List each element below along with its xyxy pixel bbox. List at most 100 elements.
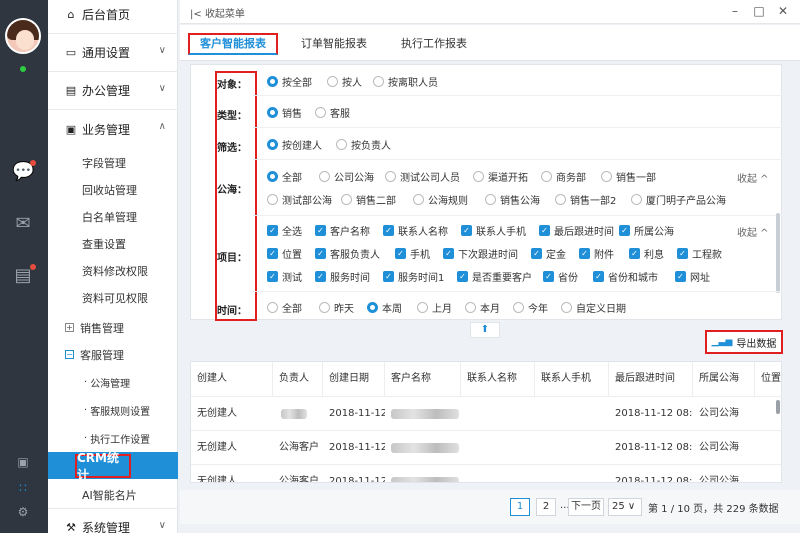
project-service-time1-checkbox[interactable]: ✓ 服务时间1 — [383, 269, 444, 284]
nav-item-fields[interactable]: 字段管理 — [48, 149, 178, 176]
col-owner[interactable]: 负责人 — [273, 362, 323, 396]
col-last-follow[interactable]: 最后跟进时间 — [609, 362, 693, 396]
page-1-button[interactable]: 1 — [510, 498, 530, 516]
col-sea[interactable]: 所属公海 — [693, 362, 755, 396]
nav-system[interactable]: ⚒ 系统管理 ∨ — [48, 508, 178, 533]
table-scrollbar[interactable] — [776, 400, 780, 414]
project-interest-checkbox[interactable]: ✓ 利息 — [629, 246, 664, 261]
object-resigned-radio[interactable]: 按离职人员 — [373, 74, 438, 89]
sea-business-radio[interactable]: 商务部 — [541, 169, 586, 184]
tab-customer-report[interactable]: 客户智能报表 — [188, 33, 278, 55]
nav-item-service-rules[interactable]: · 客服规则设置 — [48, 397, 178, 424]
project-province-checkbox[interactable]: ✓ 省份 — [543, 269, 578, 284]
col-created-date[interactable]: 创建日期 — [323, 362, 385, 396]
page-size-select[interactable]: 25 ∨ — [608, 498, 642, 516]
sea-sales1-radio[interactable]: 销售一部 — [601, 169, 656, 184]
tab-order-report[interactable]: 订单智能报表 — [294, 33, 374, 55]
nav-item-crm[interactable]: CRM统计 — [75, 451, 131, 482]
project-deposit-checkbox[interactable]: ✓ 定金 — [531, 246, 566, 261]
mail-icon[interactable]: ✉ — [12, 214, 34, 234]
nav-home[interactable]: ⌂ 后台首页 — [48, 0, 178, 34]
nav-item-whitelist[interactable]: 白名单管理 — [48, 203, 178, 230]
project-scrollbar[interactable] — [776, 213, 780, 293]
sea-sales-sea-radio[interactable]: 销售公海 — [485, 192, 540, 207]
project-contact-name-checkbox[interactable]: ✓ 联系人名称 — [383, 223, 448, 238]
project-test-checkbox[interactable]: ✓ 测试 — [267, 269, 302, 284]
nav-item-sea[interactable]: · 公海管理 — [48, 369, 178, 396]
table-row[interactable]: 无创建人 公海客户 2018-11-12 2018-11-12 08:5: 公司… — [191, 464, 781, 482]
table-row[interactable]: 无创建人 2018-11-12 2018-11-12 08:4! 公司公海 — [191, 396, 781, 430]
nav-item-view-permission[interactable]: 资料可见权限 — [48, 284, 178, 311]
nav-office[interactable]: ▤ 办公管理 ∨ — [48, 72, 178, 110]
export-data-button[interactable]: ▁▃▅ 导出数据 — [705, 330, 783, 354]
project-website-checkbox[interactable]: ✓ 网址 — [675, 269, 710, 284]
maximize-button[interactable]: □ — [752, 3, 766, 19]
project-payment-checkbox[interactable]: ✓ 工程款 — [677, 246, 722, 261]
collapse-filters-button[interactable]: ⬆ — [470, 322, 500, 338]
sea-rules-radio[interactable]: 公海规则 — [413, 192, 468, 207]
time-this-month-radio[interactable]: 本月 — [465, 300, 500, 315]
sea-xiamen-radio[interactable]: 厦门明子产品公海 — [631, 192, 726, 207]
nav-sales[interactable]: + 销售管理 — [48, 314, 178, 341]
time-this-year-radio[interactable]: 今年 — [513, 300, 548, 315]
chat-icon[interactable]: 💬 — [12, 160, 36, 182]
sea-test-dept-radio[interactable]: 测试部公海 — [267, 192, 332, 207]
type-sales-radio[interactable]: 销售 — [267, 105, 302, 120]
next-page-button[interactable]: 下一页 — [568, 498, 604, 516]
project-service-owner-checkbox[interactable]: ✓ 客服负责人 — [315, 246, 380, 261]
apps-icon[interactable]: ∷ — [14, 480, 32, 496]
nav-item-dedup[interactable]: 查重设置 — [48, 230, 178, 257]
project-collapse-link[interactable]: 收起 ^ — [737, 224, 769, 239]
translate-icon[interactable]: ▣ — [14, 454, 32, 470]
type-service-radio[interactable]: 客服 — [315, 105, 350, 120]
col-creator[interactable]: 创建人 — [191, 362, 273, 396]
project-customer-name-checkbox[interactable]: ✓ 客户名称 — [315, 223, 370, 238]
nav-item-recycle[interactable]: 回收站管理 — [48, 176, 178, 203]
time-last-month-radio[interactable]: 上月 — [417, 300, 452, 315]
time-yesterday-radio[interactable]: 昨天 — [319, 300, 354, 315]
page-2-button[interactable]: 2 — [536, 498, 556, 516]
col-contact-name[interactable]: 联系人名称 — [461, 362, 535, 396]
gear-icon[interactable]: ⚙ — [14, 504, 32, 520]
sea-test-staff-radio[interactable]: 测试公司人员 — [385, 169, 460, 184]
project-province-city-checkbox[interactable]: ✓ 省份和城市 — [593, 269, 658, 284]
time-custom-radio[interactable]: 自定义日期 — [561, 300, 626, 315]
sea-company-radio[interactable]: 公司公海 — [319, 169, 374, 184]
sea-collapse-link[interactable]: 收起 ^ — [737, 170, 769, 185]
sea-channel-radio[interactable]: 渠道开拓 — [473, 169, 528, 184]
nav-item-exec-settings[interactable]: · 执行工作设置 — [48, 425, 178, 452]
time-this-week-radio[interactable]: 本周 — [367, 300, 402, 315]
table-row[interactable]: 无创建人 公海客户 2018-11-12 2018-11-12 08:5: 公司… — [191, 430, 781, 464]
sea-sales1-2-radio[interactable]: 销售一部2 — [555, 192, 616, 207]
filter-owner-radio[interactable]: 按负责人 — [336, 137, 391, 152]
sea-sales2-radio[interactable]: 销售二部 — [341, 192, 396, 207]
collapse-menu-button[interactable]: |< 收起菜单 — [190, 5, 245, 20]
tab-exec-report[interactable]: 执行工作报表 — [392, 33, 476, 55]
project-last-follow-checkbox[interactable]: ✓ 最后跟进时间 — [539, 223, 614, 238]
project-contact-phone-checkbox[interactable]: ✓ 联系人手机 — [461, 223, 526, 238]
nav-item-ai-card[interactable]: AI智能名片 — [48, 481, 178, 508]
filter-creator-radio[interactable]: 按创建人 — [267, 137, 322, 152]
close-button[interactable]: ✕ — [776, 3, 790, 19]
avatar[interactable] — [5, 18, 41, 54]
project-location-checkbox[interactable]: ✓ 位置 — [267, 246, 302, 261]
nav-general-settings[interactable]: ▭ 通用设置 ∨ — [48, 34, 178, 72]
nav-item-edit-permission[interactable]: 资料修改权限 — [48, 257, 178, 284]
time-all-radio[interactable]: 全部 — [267, 300, 302, 315]
project-mobile-checkbox[interactable]: ✓ 手机 — [395, 246, 430, 261]
project-select-all-checkbox[interactable]: ✓ 全选 — [267, 223, 302, 238]
sea-all-radio[interactable]: 全部 — [267, 169, 302, 184]
chart-icon[interactable]: ▤ — [12, 264, 36, 286]
project-next-follow-checkbox[interactable]: ✓ 下次跟进时间 — [443, 246, 518, 261]
object-person-radio[interactable]: 按人 — [327, 74, 362, 89]
minimize-button[interactable]: – — [728, 3, 742, 19]
object-all-radio[interactable]: 按全部 — [267, 74, 312, 89]
project-important-checkbox[interactable]: ✓ 是否重要客户 — [457, 269, 532, 284]
col-customer-name[interactable]: 客户名称 — [385, 362, 461, 396]
project-attachment-checkbox[interactable]: ✓ 附件 — [579, 246, 614, 261]
nav-business[interactable]: ▣ 业务管理 ∧ — [48, 110, 178, 148]
nav-service[interactable]: − 客服管理 — [48, 341, 178, 368]
col-contact-phone[interactable]: 联系人手机 — [535, 362, 609, 396]
project-service-time-checkbox[interactable]: ✓ 服务时间 — [315, 269, 370, 284]
project-sea-checkbox[interactable]: ✓ 所属公海 — [619, 223, 674, 238]
